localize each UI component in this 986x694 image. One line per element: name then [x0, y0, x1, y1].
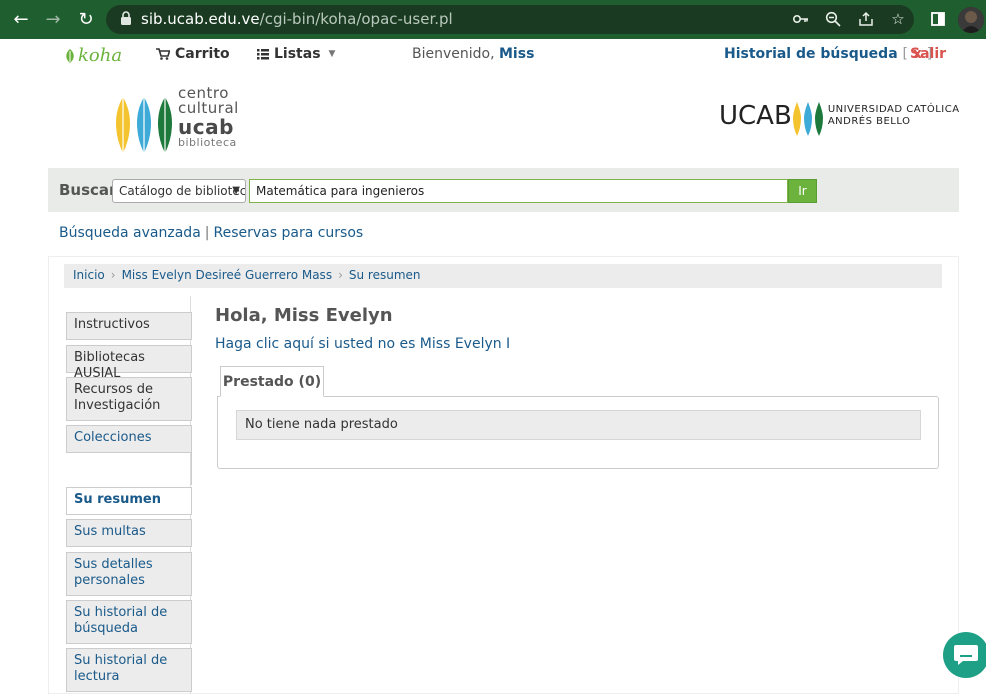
sidebar-item-search-history[interactable]: Su historial de búsqueda	[66, 600, 192, 644]
reload-icon[interactable]: ↻	[75, 8, 97, 30]
koha-logo[interactable]: koha	[64, 45, 122, 66]
browser-toolbar: ← → ↻ sib.ucab.edu.ve/cgi-bin/koha/opac-…	[0, 0, 986, 39]
cc-line-ucab: ucab	[178, 115, 234, 139]
key-icon[interactable]	[791, 9, 811, 29]
koha-logo-text: koha	[78, 45, 123, 66]
cart-icon	[156, 48, 170, 60]
search-history-link[interactable]: Historial de búsqueda [ x ]	[724, 46, 932, 62]
sidebar-item-summary[interactable]: Su resumen	[66, 487, 192, 515]
lock-icon	[121, 11, 131, 25]
advanced-search-link[interactable]: Búsqueda avanzada	[59, 225, 201, 241]
sidebar-item-fines[interactable]: Sus multas	[66, 519, 192, 547]
catalog-select-value: Catálogo de bibliotec	[119, 184, 246, 198]
breadcrumb-summary[interactable]: Su resumen	[349, 268, 421, 282]
sidebar-item-reading-history[interactable]: Su historial de lectura	[66, 648, 192, 692]
sidebar-item-colecciones[interactable]: Colecciones	[66, 425, 192, 453]
bookmark-star-icon[interactable]: ☆	[888, 9, 908, 29]
logout-link[interactable]: Salir	[910, 46, 946, 62]
sidebar-item-personal-details[interactable]: Sus detalles personales	[66, 552, 192, 596]
breadcrumb: Inicio › Miss Evelyn Desireé Guerrero Mass…	[64, 264, 942, 288]
url-host: sib.ucab.edu.ve	[141, 10, 260, 28]
list-icon	[257, 48, 269, 59]
welcome-user-link[interactable]: Miss	[499, 46, 534, 62]
ucab-wordmark: UCAB	[719, 101, 792, 131]
ucab-line-andres-bello: ANDRÉS BELLO	[827, 116, 911, 127]
ucab-feathers-icon	[792, 102, 823, 136]
welcome-text: Bienvenido, Miss	[412, 46, 534, 62]
lists-label: Listas	[274, 46, 321, 62]
sidebar-item-instructivos[interactable]: Instructivos	[66, 312, 192, 340]
course-reserves-link[interactable]: Reservas para cursos	[214, 225, 364, 241]
zoom-icon[interactable]	[823, 9, 843, 29]
search-go-button[interactable]: Ir	[788, 179, 817, 203]
ucab-university-logo[interactable]: UCAB UNIVERSIDAD CATÓLICA ANDRÉS BELLO	[719, 96, 960, 136]
breadcrumb-user[interactable]: Miss Evelyn Desireé Guerrero Mass	[122, 268, 333, 282]
empty-checkouts-message: No tiene nada prestado	[236, 410, 921, 440]
url-path: /cgi-bin/koha/opac-user.pl	[259, 10, 453, 28]
cc-line-biblioteca: biblioteca	[178, 136, 237, 149]
sidebar-item-ausjal[interactable]: Bibliotecas AUSJAL	[66, 345, 192, 381]
back-arrow-icon[interactable]: ←	[10, 8, 32, 30]
breadcrumb-separator: ›	[338, 268, 343, 282]
catalog-select[interactable]: Catálogo de bibliotec ▼	[112, 179, 246, 203]
centro-cultural-text: centro cultural ucab biblioteca	[178, 86, 239, 149]
sidebar-item-recursos[interactable]: Recursos de Investigación	[66, 377, 192, 421]
lists-dropdown[interactable]: Listas ▼	[257, 46, 335, 62]
cart-button[interactable]: Carrito	[156, 46, 230, 62]
link-separator: |	[204, 225, 210, 241]
breadcrumb-home[interactable]: Inicio	[73, 268, 105, 282]
side-panel-icon[interactable]	[928, 9, 948, 29]
sidebar-spacer	[66, 453, 192, 485]
share-icon[interactable]	[856, 9, 876, 29]
ucab-line-universidad: UNIVERSIDAD CATÓLICA	[827, 103, 960, 115]
bracket-open: [	[902, 46, 908, 62]
search-links: Búsqueda avanzada | Reservas para cursos	[59, 225, 363, 241]
forward-arrow-icon[interactable]: →	[42, 8, 64, 30]
search-label: Buscar	[59, 181, 117, 199]
koha-leaf-icon	[66, 48, 74, 63]
welcome-prefix: Bienvenido,	[412, 46, 495, 62]
search-history-label[interactable]: Historial de búsqueda	[724, 46, 898, 62]
page-title: Hola, Miss Evelyn	[215, 305, 393, 326]
search-input[interactable]: Matemática para ingenieros	[249, 179, 788, 203]
chat-icon	[954, 645, 978, 665]
cart-label: Carrito	[175, 46, 230, 62]
chevron-down-icon: ▼	[232, 185, 240, 196]
caret-down-icon: ▼	[328, 49, 336, 59]
chat-widget-button[interactable]	[943, 632, 986, 678]
ucab-full-name: UNIVERSIDAD CATÓLICA ANDRÉS BELLO	[828, 104, 960, 129]
address-url: sib.ucab.edu.ve/cgi-bin/koha/opac-user.p…	[141, 10, 453, 28]
not-you-link[interactable]: Haga clic aquí si usted no es Miss Evely…	[215, 336, 510, 352]
cc-line-cultural: cultural	[178, 99, 239, 117]
breadcrumb-separator: ›	[110, 268, 116, 282]
tab-checked-out[interactable]: Prestado (0)	[220, 366, 324, 397]
profile-avatar[interactable]	[958, 7, 984, 33]
